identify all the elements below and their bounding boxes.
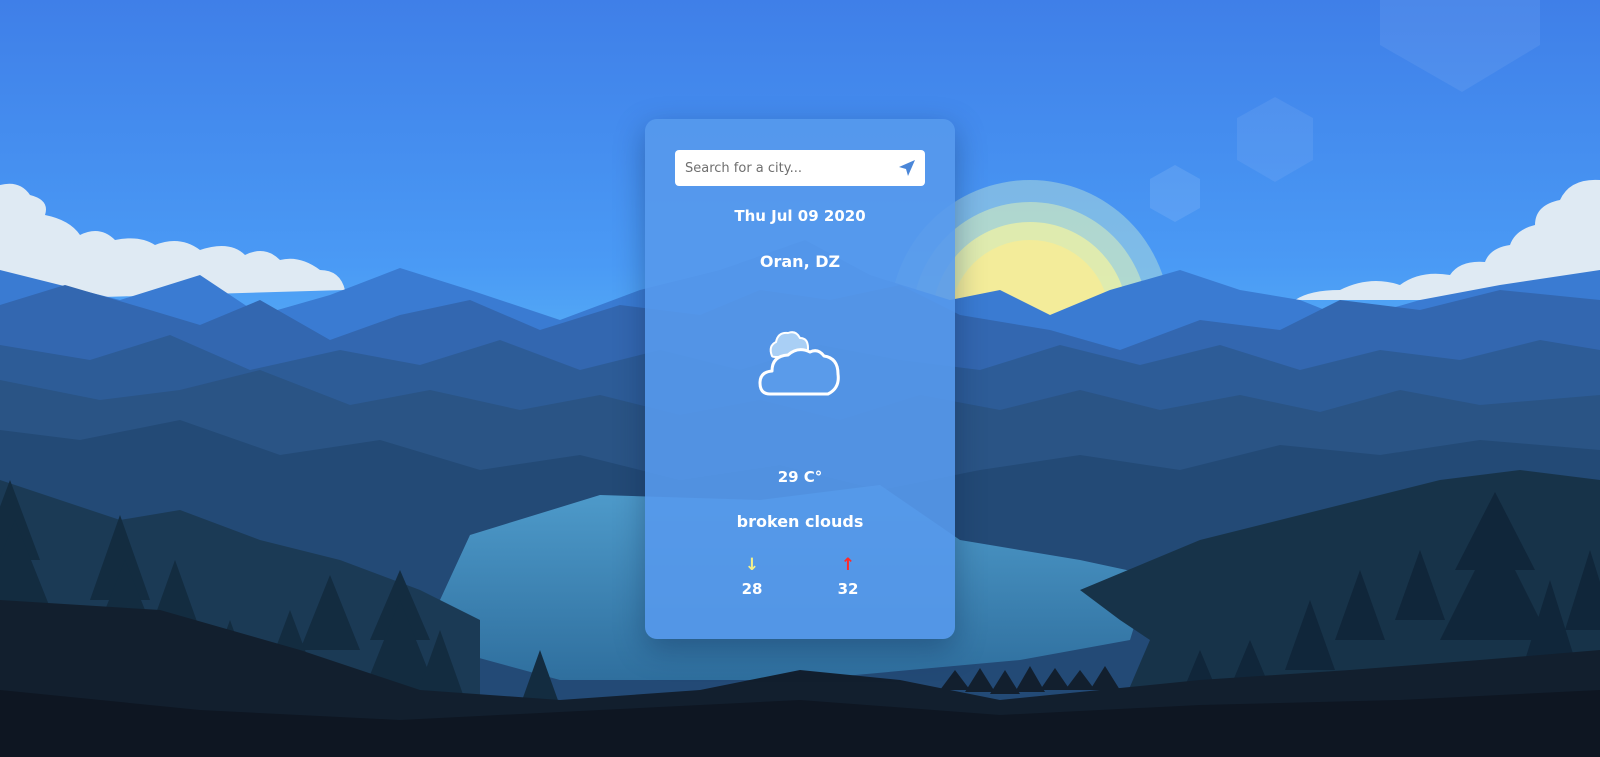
temperature: 29 C° xyxy=(777,468,823,486)
search-input[interactable] xyxy=(675,150,885,186)
city-name: Oran, DZ xyxy=(759,252,841,271)
current-date: Thu Jul 09 2020 xyxy=(734,207,866,225)
weather-card: Thu Jul 09 2020 Oran, DZ 29 C° broken cl… xyxy=(645,119,955,639)
min-temperature: ↓ 28 xyxy=(722,556,782,598)
max-temperature: ↑ 32 xyxy=(818,556,878,598)
weather-description: broken clouds xyxy=(736,512,864,531)
max-temperature-value: 32 xyxy=(837,580,859,598)
arrow-up-icon: ↑ xyxy=(840,555,856,575)
send-icon[interactable] xyxy=(897,158,917,178)
broken-clouds-icon xyxy=(758,326,842,398)
min-temperature-value: 28 xyxy=(741,580,763,598)
arrow-down-icon: ↓ xyxy=(744,555,760,575)
search-bar xyxy=(675,150,925,186)
